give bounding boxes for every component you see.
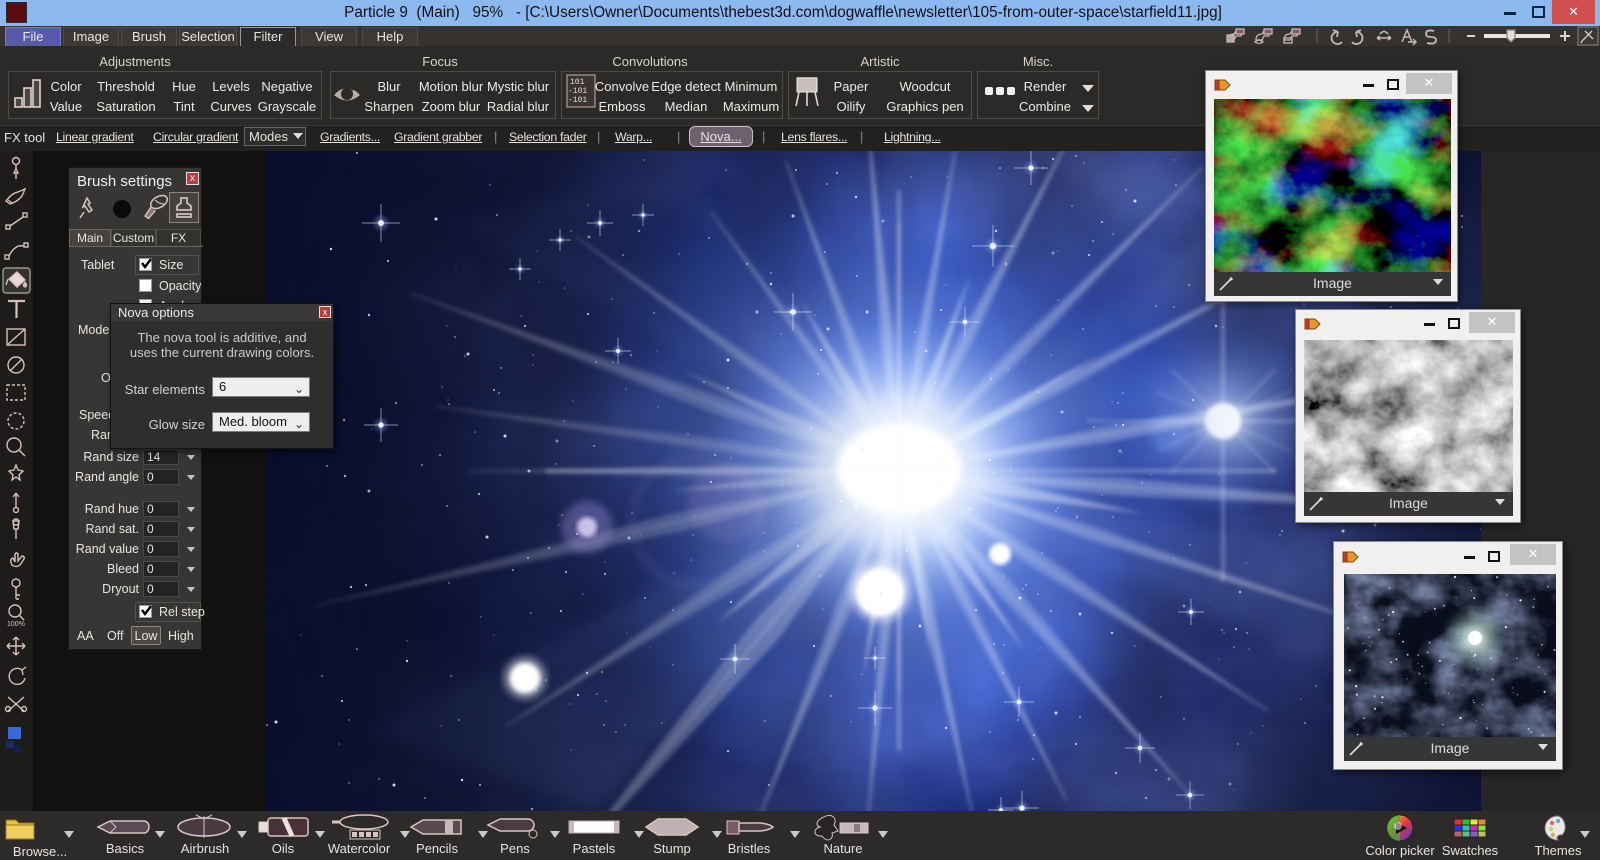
svg-text:100%: 100% [7, 621, 25, 628]
